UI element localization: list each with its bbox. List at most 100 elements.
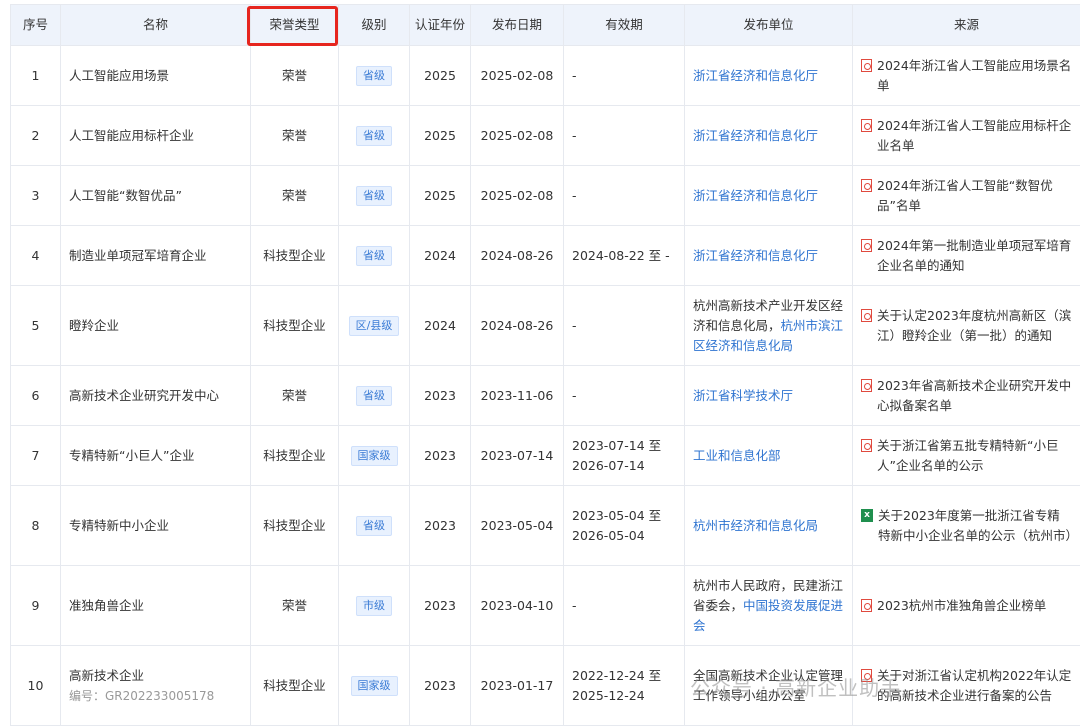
- cell-level: 省级: [338, 45, 410, 106]
- col-header-issuer[interactable]: 发布单位: [684, 4, 853, 46]
- col-header-source[interactable]: 来源: [852, 4, 1080, 46]
- col-header-publish-date[interactable]: 发布日期: [470, 4, 564, 46]
- source-text[interactable]: 2024年第一批制造业单项冠军培育企业名单的通知: [877, 236, 1072, 276]
- issuer-link[interactable]: 杭州市经济和信息化局: [693, 518, 818, 533]
- col-header-validity[interactable]: 有效期: [563, 4, 685, 46]
- source-link[interactable]: 2024年第一批制造业单项冠军培育企业名单的通知: [861, 236, 1072, 276]
- source-text[interactable]: 2024年浙江省人工智能应用标杆企业名单: [877, 116, 1072, 156]
- cell-publish-date: 2025-02-08: [470, 105, 564, 166]
- level-tag: 省级: [356, 126, 392, 146]
- cell-source[interactable]: 2024年浙江省人工智能应用场景名单: [852, 45, 1080, 106]
- honor-name: 人工智能应用标杆企业: [69, 127, 195, 143]
- issuer-link[interactable]: 浙江省经济和信息化厅: [693, 128, 818, 143]
- cert-number: 编号：GR202233005178: [69, 688, 215, 703]
- cell-index: 1: [10, 45, 61, 106]
- cell-source[interactable]: 2023年省高新技术企业研究开发中心拟备案名单: [852, 365, 1080, 426]
- source-text[interactable]: 关于对浙江省认定机构2022年认定的高新技术企业进行备案的公告: [877, 666, 1072, 706]
- source-link[interactable]: 2023年省高新技术企业研究开发中心拟备案名单: [861, 376, 1072, 416]
- cell-source[interactable]: 2024年浙江省人工智能应用标杆企业名单: [852, 105, 1080, 166]
- cell-issuer: 工业和信息化部: [684, 425, 853, 486]
- cell-year: 2025: [409, 45, 471, 106]
- cell-issuer: 杭州市经济和信息化局: [684, 485, 853, 566]
- cell-honor-type: 荣誉: [250, 365, 339, 426]
- issuer-link[interactable]: 浙江省经济和信息化厅: [693, 68, 818, 83]
- cell-issuer: 杭州市人民政府，民建浙江省委会，中国投资发展促进会: [684, 565, 853, 646]
- source-text[interactable]: 关于浙江省第五批专精特新“小巨人”企业名单的公示: [877, 436, 1072, 476]
- cell-publish-date: 2023-05-04: [470, 485, 564, 566]
- pdf-icon: [861, 378, 872, 392]
- cell-source[interactable]: 关于认定2023年度杭州高新区（滨江）瞪羚企业（第一批）的通知: [852, 285, 1080, 366]
- cell-name: 制造业单项冠军培育企业: [60, 225, 251, 286]
- cell-name: 准独角兽企业: [60, 565, 251, 646]
- source-text[interactable]: 关于2023年度第一批浙江省专精特新中小企业名单的公示（杭州市）: [878, 506, 1078, 546]
- col-header-honor-type[interactable]: 荣誉类型: [250, 4, 339, 46]
- col-header-level[interactable]: 级别: [338, 4, 410, 46]
- cell-issuer: 全国高新技术企业认定管理工作领导小组办公室: [684, 645, 853, 726]
- table-row: 2 人工智能应用标杆企业 荣誉 省级 2025 2025-02-08- 浙江省经济和信息化厅…: [10, 105, 1080, 166]
- source-text[interactable]: 2023杭州市准独角兽企业榜单: [877, 596, 1072, 616]
- cell-source[interactable]: 2024年浙江省人工智能“数智优品”名单: [852, 165, 1080, 226]
- level-tag: 省级: [356, 66, 392, 86]
- source-text[interactable]: 2023年省高新技术企业研究开发中心拟备案名单: [877, 376, 1072, 416]
- source-link[interactable]: 关于认定2023年度杭州高新区（滨江）瞪羚企业（第一批）的通知: [861, 306, 1072, 346]
- honor-name: 专精特新“小巨人”企业: [69, 447, 195, 463]
- cell-name: 高新技术企业研究开发中心: [60, 365, 251, 426]
- cell-index: 2: [10, 105, 61, 166]
- source-link[interactable]: 关于对浙江省认定机构2022年认定的高新技术企业进行备案的公告: [861, 666, 1072, 706]
- source-link[interactable]: 关于浙江省第五批专精特新“小巨人”企业名单的公示: [861, 436, 1072, 476]
- cell-validity: -: [563, 565, 685, 646]
- issuer-link[interactable]: 浙江省经济和信息化厅: [693, 188, 818, 203]
- source-link[interactable]: 2024年浙江省人工智能应用场景名单: [861, 56, 1072, 96]
- pdf-icon: [861, 118, 872, 132]
- cell-publish-date: 2023-04-10: [470, 565, 564, 646]
- issuer-link[interactable]: 浙江省科学技术厅: [693, 388, 793, 403]
- col-header-index[interactable]: 序号: [10, 4, 61, 46]
- cell-validity: -: [563, 365, 685, 426]
- cell-name: 专精特新中小企业: [60, 485, 251, 566]
- col-header-year[interactable]: 认证年份: [409, 4, 471, 46]
- cell-year: 2023: [409, 425, 471, 486]
- pdf-icon: [861, 438, 872, 452]
- level-tag: 国家级: [350, 676, 398, 696]
- pdf-icon: [861, 308, 872, 322]
- level-tag: 区/县级: [348, 316, 400, 336]
- source-link[interactable]: 2023杭州市准独角兽企业榜单: [861, 596, 1072, 616]
- table-header: 序号 名称 荣誉类型 级别 认证年份 发布日期 有效期 发布单位 来源: [10, 4, 1080, 46]
- source-text[interactable]: 关于认定2023年度杭州高新区（滨江）瞪羚企业（第一批）的通知: [877, 306, 1072, 346]
- cell-year: 2023: [409, 645, 471, 726]
- source-link[interactable]: 2024年浙江省人工智能应用标杆企业名单: [861, 116, 1072, 156]
- cell-name: 高新技术企业 编号：GR202233005178: [60, 645, 251, 726]
- cell-index: 8: [10, 485, 61, 566]
- cell-honor-type: 科技型企业: [250, 645, 339, 726]
- source-link[interactable]: 2024年浙江省人工智能“数智优品”名单: [861, 176, 1072, 216]
- cell-validity: 2024-08-22 至 -: [563, 225, 685, 286]
- cell-issuer: 杭州高新技术产业开发区经济和信息化局，杭州市滨江区经济和信息化局: [684, 285, 853, 366]
- cell-name: 人工智能应用标杆企业: [60, 105, 251, 166]
- cell-issuer: 浙江省科学技术厅: [684, 365, 853, 426]
- cell-publish-date: 2024-08-26: [470, 285, 564, 366]
- col-header-name[interactable]: 名称: [60, 4, 251, 46]
- cell-year: 2023: [409, 485, 471, 566]
- issuer-link[interactable]: 浙江省经济和信息化厅: [693, 248, 818, 263]
- cell-source[interactable]: 2023杭州市准独角兽企业榜单: [852, 565, 1080, 646]
- table-row: 7 专精特新“小巨人”企业 科技型企业 国家级 2023 2023-07-14 2023-0…: [10, 425, 1080, 486]
- cell-source[interactable]: 关于浙江省第五批专精特新“小巨人”企业名单的公示: [852, 425, 1080, 486]
- source-text[interactable]: 2024年浙江省人工智能应用场景名单: [877, 56, 1072, 96]
- source-link[interactable]: x 关于2023年度第一批浙江省专精特新中小企业名单的公示（杭州市）: [861, 506, 1078, 546]
- issuer-link[interactable]: 工业和信息化部: [693, 448, 781, 463]
- cell-name: 专精特新“小巨人”企业: [60, 425, 251, 486]
- cell-level: 省级: [338, 485, 410, 566]
- honor-name: 瞪羚企业: [69, 317, 120, 333]
- honor-name: 准独角兽企业: [69, 597, 145, 613]
- cell-honor-type: 科技型企业: [250, 225, 339, 286]
- honor-name: 制造业单项冠军培育企业: [69, 247, 207, 263]
- cell-source[interactable]: 关于对浙江省认定机构2022年认定的高新技术企业进行备案的公告: [852, 645, 1080, 726]
- cell-source[interactable]: x 关于2023年度第一批浙江省专精特新中小企业名单的公示（杭州市）: [852, 485, 1080, 566]
- cell-year: 2023: [409, 565, 471, 646]
- table-row: 9 准独角兽企业 荣誉 市级 2023 2023-04-10- 杭州市人民政府，民建浙江省委…: [10, 565, 1080, 646]
- cell-validity: 2022-12-24 至 2025-12-24: [563, 645, 685, 726]
- cell-source[interactable]: 2024年第一批制造业单项冠军培育企业名单的通知: [852, 225, 1080, 286]
- cell-honor-type: 科技型企业: [250, 285, 339, 366]
- source-text[interactable]: 2024年浙江省人工智能“数智优品”名单: [877, 176, 1072, 216]
- cell-level: 国家级: [338, 425, 410, 486]
